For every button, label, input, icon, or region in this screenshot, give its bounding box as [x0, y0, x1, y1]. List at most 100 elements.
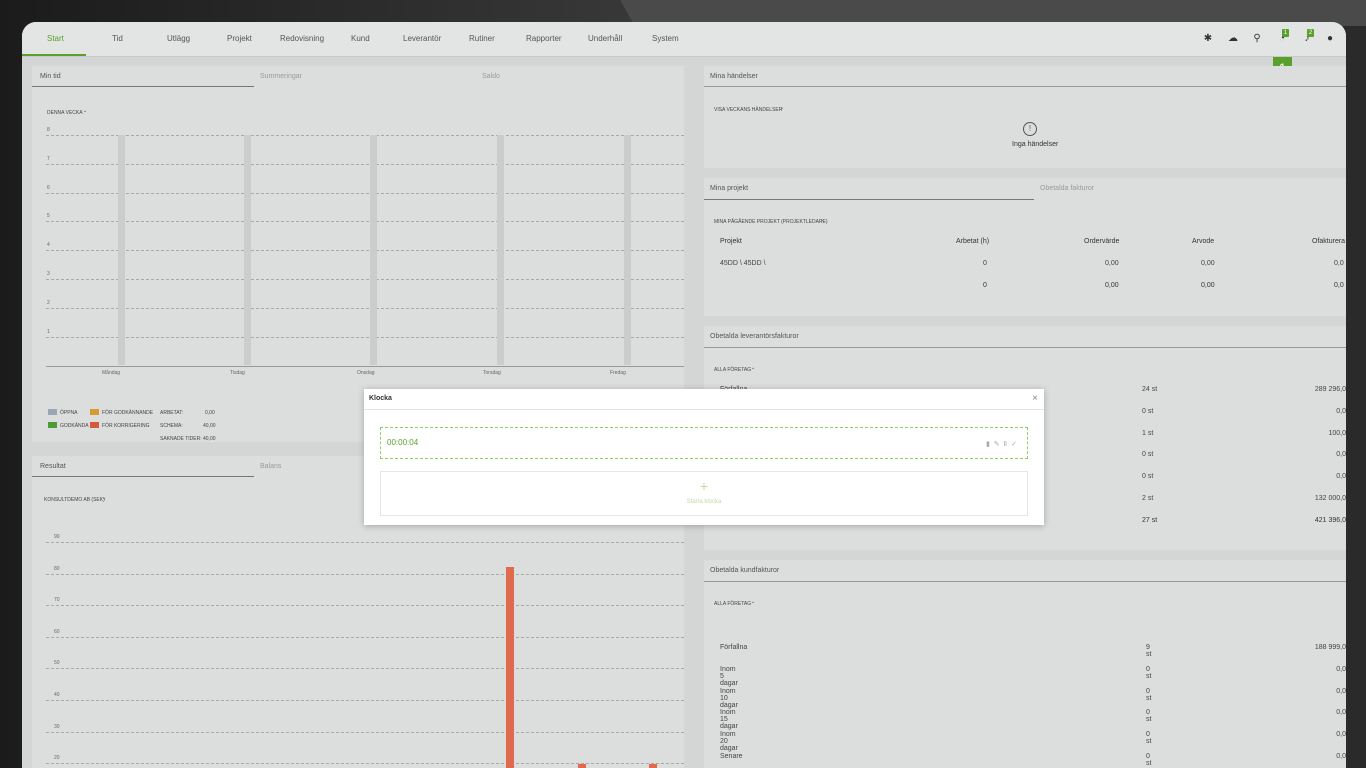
- stat-arbetat-label: ARBETAT:: [160, 410, 184, 416]
- gridline: [46, 336, 684, 338]
- stat-schema-label: SCHEMA:: [160, 423, 183, 429]
- kund-count: 0 st: [1146, 687, 1152, 702]
- nav-rutiner[interactable]: Rutiner: [469, 22, 495, 56]
- close-icon[interactable]: ×: [1032, 393, 1038, 404]
- day-column: [118, 135, 125, 365]
- check-icon[interactable]: ✓: [1011, 441, 1021, 448]
- legend-swatch-oppna: [48, 409, 57, 415]
- y-tick-label: 80: [54, 565, 60, 572]
- day-label: Tisdag: [230, 370, 245, 376]
- tab-balans[interactable]: Balans: [260, 463, 281, 470]
- lev-count: 2 st: [1142, 495, 1154, 502]
- nav-projekt[interactable]: Projekt: [227, 22, 252, 56]
- kund-amount: 0,0: [1336, 665, 1346, 673]
- nav-tid[interactable]: Tid: [112, 22, 123, 56]
- nav-start[interactable]: Start: [47, 22, 64, 56]
- nav-rapporter[interactable]: Rapporter: [526, 22, 562, 56]
- total-ordervarde: 0,00: [1105, 282, 1119, 289]
- search-icon[interactable]: ⚲: [1251, 33, 1263, 45]
- chevron-down-icon[interactable]: ⌄: [751, 365, 755, 371]
- day-label: Torsdag: [483, 370, 501, 376]
- nav-kund[interactable]: Kund: [351, 22, 370, 56]
- col-arvode: Arvode: [1192, 238, 1215, 245]
- col-arbetat: Arbetat (h): [956, 238, 990, 245]
- lev-count: 24 st: [1142, 386, 1158, 393]
- bell-badge: 2: [1307, 29, 1314, 37]
- bug-icon[interactable]: ✱: [1202, 33, 1214, 45]
- stat-schema-value: 40,00: [203, 423, 216, 429]
- gridline: [46, 573, 684, 575]
- user-icon[interactable]: ●: [1324, 33, 1336, 45]
- y-tick-label: 5: [47, 213, 50, 220]
- cloud-icon[interactable]: ☁: [1227, 33, 1239, 45]
- tab-resultat[interactable]: Resultat: [40, 463, 66, 470]
- chevron-down-icon[interactable]: ⌄: [102, 495, 106, 501]
- company-dropdown[interactable]: KONSULTDEMO AB (SEK): [44, 497, 105, 503]
- nav-utlagg[interactable]: Utlägg: [167, 22, 190, 56]
- kund-count: 9 st: [1146, 644, 1152, 658]
- projekt-tab-underline: [704, 199, 1034, 200]
- lev-count: 0 st: [1142, 407, 1154, 415]
- tab-mina-projekt[interactable]: Mina projekt: [710, 185, 748, 192]
- chevron-down-icon[interactable]: ⌄: [751, 599, 755, 605]
- gridline: [46, 542, 684, 543]
- kund-count: 0 st: [1146, 753, 1152, 767]
- total-arvode: 0,00: [1201, 282, 1215, 289]
- legend-swatch-godkannande: [90, 409, 99, 415]
- running-clock[interactable]: 00:00:04 ▮✎Ⅱ✓: [380, 427, 1028, 459]
- pause-icon[interactable]: Ⅱ: [1004, 441, 1011, 448]
- pencil-icon[interactable]: ✎: [994, 441, 1004, 448]
- kund-panel: Obetalda kundfakturor ALLA FÖRETAG ⌄ För…: [704, 560, 1346, 768]
- lev-amount: 421 396,0: [1314, 516, 1346, 524]
- legend-oppna: ÖPPNA: [60, 410, 78, 416]
- y-tick-label: 8: [47, 127, 50, 133]
- projekt-filter[interactable]: MINA PÅGÅENDE PROJEKT (PROJEKTLEDARE): [714, 219, 828, 225]
- gridline: [46, 192, 684, 194]
- chevron-down-icon[interactable]: ⌄: [83, 108, 87, 114]
- x-axis: [46, 366, 684, 367]
- handelser-filter[interactable]: VISA VECKANS HÄNDELSER: [714, 107, 782, 113]
- kund-filter[interactable]: ALLA FÖRETAG: [714, 601, 751, 607]
- bell-icon[interactable]: ♪ 2: [1301, 29, 1314, 45]
- start-clock-button[interactable]: + Starta klocka: [380, 471, 1028, 516]
- result-bar: [578, 764, 586, 768]
- legend-swatch-korrigering: [90, 422, 99, 428]
- kund-label: Inom 5 dagar: [720, 665, 738, 687]
- trash-icon[interactable]: ▮: [986, 441, 994, 448]
- project-ordervarde: 0,00: [1105, 260, 1119, 267]
- y-tick-label: 20: [54, 755, 60, 762]
- start-clock-label: Starta klocka: [686, 499, 722, 505]
- legend-for-korrigering: FÖR KORRIGERING: [102, 423, 150, 429]
- col-projekt: Projekt: [720, 238, 742, 245]
- tab-saldo[interactable]: Saldo: [482, 73, 500, 80]
- nav-redovisning[interactable]: Redovisning: [280, 22, 324, 56]
- chevron-down-icon[interactable]: ⌄: [780, 105, 784, 111]
- kund-amount: 0,0: [1336, 731, 1346, 739]
- y-tick-label: 4: [47, 242, 50, 249]
- period-dropdown[interactable]: DENNA VECKA: [47, 110, 83, 116]
- gridline: [46, 605, 684, 607]
- gridline: [46, 307, 684, 309]
- plus-icon: +: [699, 478, 709, 494]
- klocka-modal: Klocka × 00:00:04 ▮✎Ⅱ✓ + Starta klocka: [364, 389, 1044, 525]
- y-tick-label: 3: [47, 271, 50, 277]
- project-name[interactable]: 45DD \ 45DD \: [720, 260, 766, 267]
- timer-icon[interactable]: ◔ 1: [1276, 29, 1289, 45]
- day-label: Fredag: [610, 370, 626, 376]
- nav-leverantor[interactable]: Leverantör: [403, 22, 441, 56]
- nav-system[interactable]: System: [652, 22, 679, 56]
- handelser-panel: Mina händelser VISA VECKANS HÄNDELSER ⌄ …: [704, 66, 1346, 168]
- tab-obetalda-fakturor[interactable]: Obetalda fakturor: [1040, 185, 1094, 192]
- kund-title: Obetalda kundfakturor: [710, 567, 780, 574]
- tab-min-tid[interactable]: Min tid: [40, 73, 61, 80]
- lev-amount: 0,0: [1336, 451, 1346, 459]
- chevron-down-icon[interactable]: ⌄: [820, 217, 824, 223]
- nav-underhall[interactable]: Underhåll: [588, 22, 622, 56]
- modal-divider: [364, 409, 1044, 410]
- tab-summeringar[interactable]: Summeringar: [260, 73, 302, 80]
- day-label: Måndag: [102, 370, 121, 376]
- kund-label: Senare: [720, 753, 743, 760]
- gridline: [46, 636, 684, 638]
- timer-badge: 1: [1282, 29, 1289, 37]
- lev-filter[interactable]: ALLA FÖRETAG: [714, 367, 751, 373]
